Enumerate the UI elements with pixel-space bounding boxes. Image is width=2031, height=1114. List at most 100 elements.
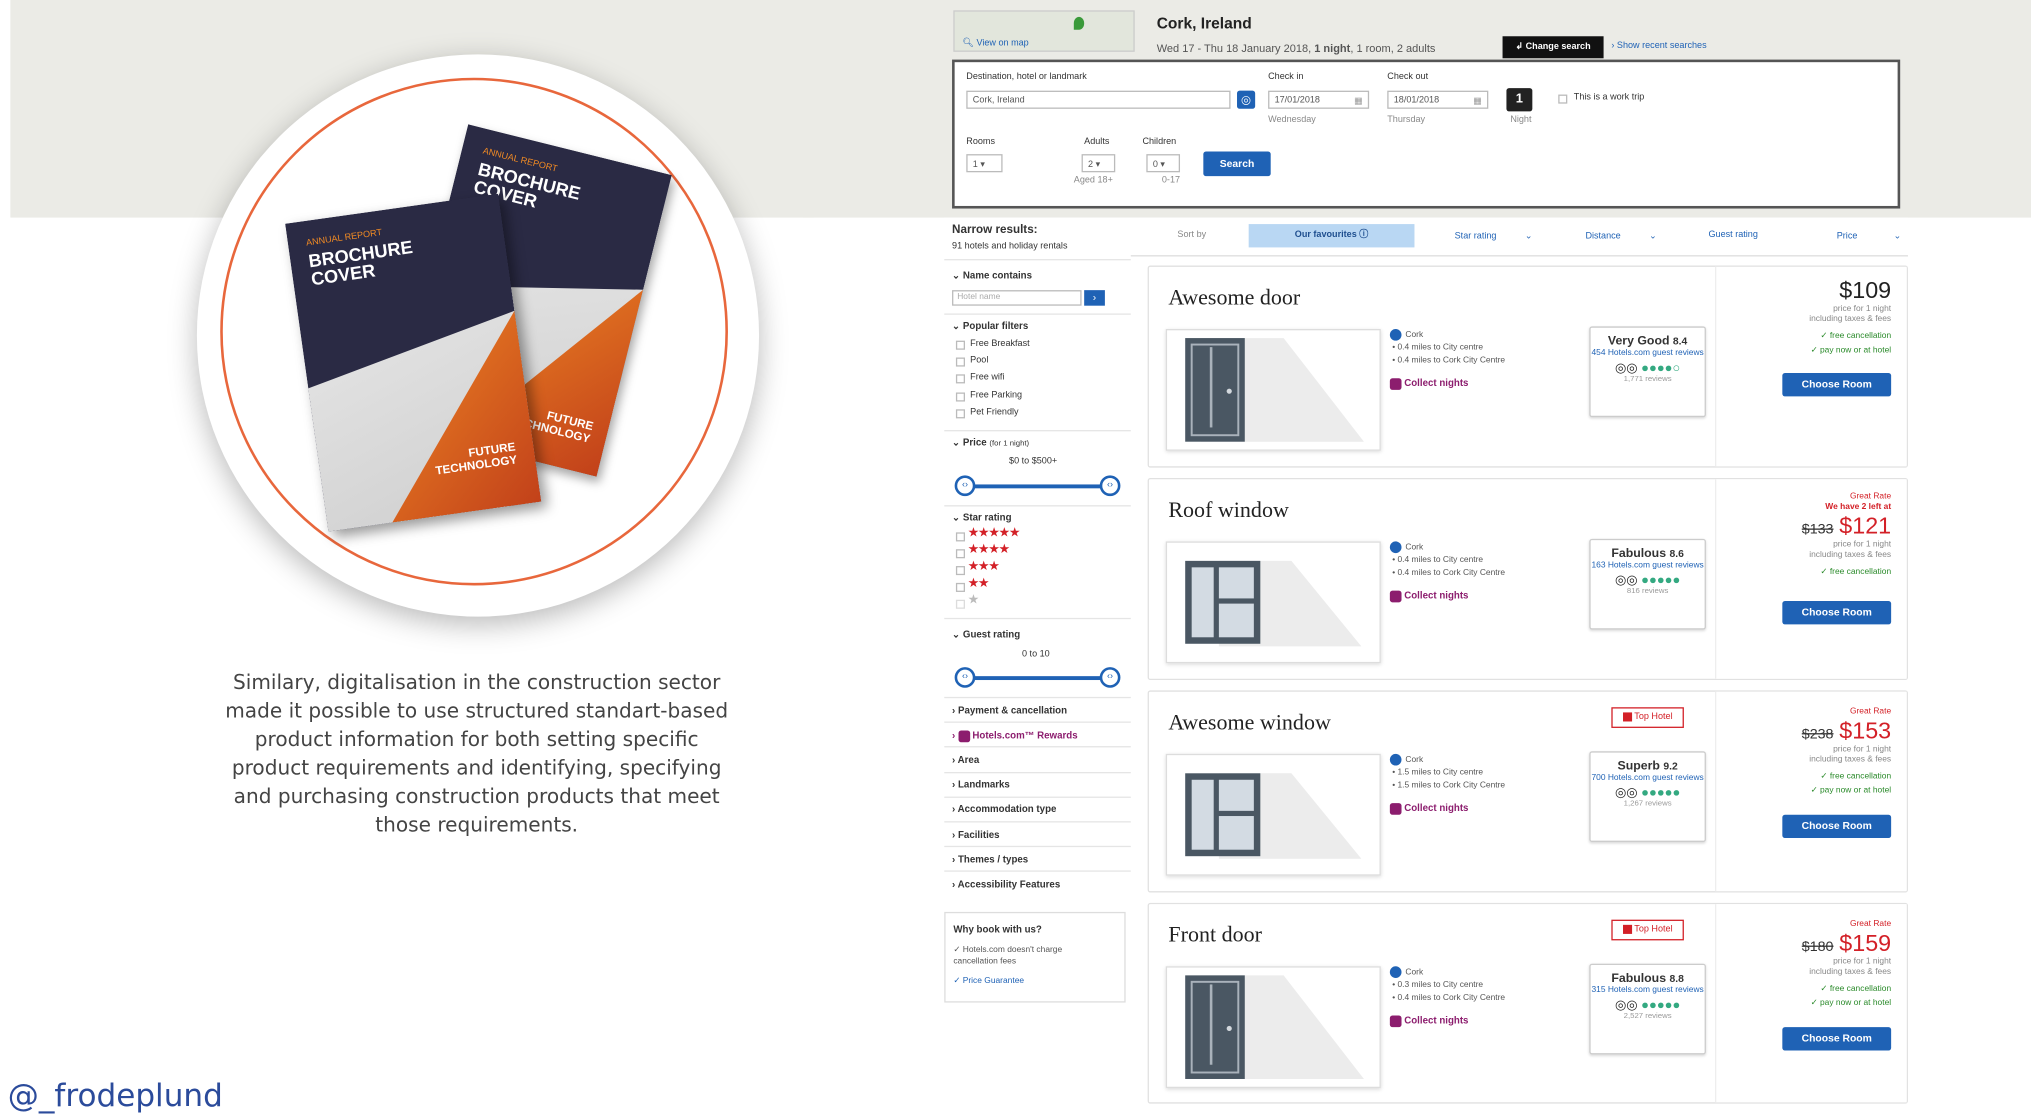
filter-checkbox[interactable]	[955, 374, 965, 384]
reviews-link[interactable]: 700 Hotels.com guest reviews	[1591, 773, 1705, 783]
work-trip-checkbox[interactable]	[1558, 94, 1568, 104]
star-checkbox[interactable]	[955, 566, 965, 576]
children-select[interactable]: 0 ▾	[1146, 154, 1181, 173]
checkin-input[interactable]: 17/01/2018 ▦	[1268, 90, 1370, 109]
listing-card[interactable]: Roof window Cork • 0.4 miles to City cen…	[1147, 477, 1908, 681]
landmarks-section[interactable]: › Landmarks	[952, 778, 1010, 790]
choose-room-button[interactable]: Choose Room	[1782, 814, 1892, 839]
price-guarantee-link[interactable]: ✓ Price Guarantee	[953, 975, 1024, 986]
chevron-down-icon: ⌄	[952, 436, 961, 449]
star-rating-toggle[interactable]: ⌄ Star rating	[952, 512, 1011, 524]
star-checkbox[interactable]	[955, 582, 965, 592]
choose-room-button[interactable]: Choose Room	[1782, 373, 1892, 397]
price-slider-max-handle[interactable]: ‹›	[1099, 475, 1121, 497]
price-slider-min-handle[interactable]: ‹›	[954, 475, 976, 497]
choose-room-button[interactable]: Choose Room	[1782, 1027, 1892, 1051]
price-note-1: price for 1 night	[1833, 744, 1892, 754]
rating-box[interactable]: Superb 9.2 700 Hotels.com guest reviews …	[1589, 751, 1706, 842]
filter-checkbox[interactable]	[955, 409, 965, 419]
guest-slider-max-handle[interactable]: ‹›	[1099, 667, 1121, 688]
reviews-link[interactable]: 315 Hotels.com guest reviews	[1591, 986, 1705, 996]
hotel-name-go-button[interactable]: ›	[1084, 290, 1105, 306]
themes-section[interactable]: › Themes / types	[952, 854, 1028, 866]
rating-box[interactable]: Fabulous 8.8 315 Hotels.com guest review…	[1589, 963, 1706, 1055]
collect-nights[interactable]: Collect nights	[1389, 589, 1468, 602]
map-thumbnail[interactable]: 🔍︎ View on map	[953, 10, 1135, 52]
show-recent-searches-link[interactable]: › Show recent searches	[1611, 41, 1706, 50]
search-button[interactable]: Search	[1203, 151, 1271, 177]
filter-checkbox[interactable]	[955, 340, 965, 350]
star-checkbox[interactable]	[955, 599, 965, 609]
listing-title[interactable]: Front door	[1168, 922, 1262, 948]
listing-image[interactable]	[1165, 329, 1381, 451]
listing-card[interactable]: Front door Top Hotel Cork • 0.3 miles to…	[1147, 902, 1908, 1104]
sort-price[interactable]: Price ⌄	[1837, 231, 1901, 241]
sort-our-favourites[interactable]: Our favourites ⓘ	[1248, 224, 1415, 248]
rooms-select[interactable]: 1 ▾	[966, 154, 1003, 173]
listing-title[interactable]: Roof window	[1168, 497, 1289, 523]
listing-image[interactable]	[1165, 541, 1381, 664]
locate-icon[interactable]: ◎	[1237, 90, 1256, 109]
listing-title[interactable]: Awesome door	[1168, 285, 1300, 311]
narrow-results-heading: Narrow results:	[952, 222, 1038, 236]
author-handle[interactable]: @_frodeplund	[8, 1078, 223, 1114]
listing-image[interactable]	[1165, 753, 1381, 876]
payment-section[interactable]: › Payment & cancellation	[952, 705, 1067, 717]
choose-room-button[interactable]: Choose Room	[1782, 601, 1892, 625]
collect-nights[interactable]: Collect nights	[1389, 802, 1468, 815]
listing-title[interactable]: Awesome window	[1168, 710, 1330, 736]
filter-checkbox[interactable]	[955, 392, 965, 402]
sort-guest-rating[interactable]: Guest rating	[1709, 231, 1758, 240]
star-checkbox[interactable]	[955, 549, 965, 559]
accessibility-section[interactable]: › Accessibility Features	[952, 878, 1060, 890]
distance-2: 0.4 miles to Cork City Centre	[1397, 568, 1506, 578]
tripadvisor-rating: ◎◎ ●●●●●	[1591, 786, 1705, 800]
rewards-icon	[1389, 802, 1402, 815]
adults-label: Adults	[1084, 137, 1110, 147]
sort-star-rating[interactable]: Star rating ⌄	[1455, 231, 1533, 241]
price-block: $109 price for 1 night including taxes &…	[1809, 277, 1891, 357]
city-title: Cork, Ireland	[1156, 14, 1252, 33]
adults-select[interactable]: 2 ▾	[1081, 154, 1116, 173]
listing-city: Cork	[1405, 967, 1424, 977]
distance-2: 0.4 miles to Cork City Centre	[1397, 993, 1506, 1003]
chevron-down-icon: ⌄	[1649, 231, 1657, 241]
listing-card[interactable]: Awesome window Top Hotel Cork • 1.5 mile…	[1147, 690, 1908, 893]
price-value: $109	[1839, 277, 1892, 304]
hotel-name-input[interactable]: Hotel name	[952, 290, 1082, 306]
price-toggle[interactable]: ⌄ Price (for 1 night)	[952, 437, 1029, 449]
search-panel: Destination, hotel or landmark Cork, Ire…	[952, 59, 1901, 209]
filter-checkbox[interactable]	[955, 357, 965, 367]
guest-rating-toggle[interactable]: ⌄ Guest rating	[952, 628, 1020, 640]
sort-distance[interactable]: Distance ⌄	[1585, 231, 1656, 241]
popular-filters-toggle[interactable]: ⌄ Popular filters	[952, 320, 1028, 332]
name-contains-toggle[interactable]: ⌄ Name contains	[952, 269, 1032, 281]
facilities-section[interactable]: › Facilities	[952, 829, 1000, 841]
price-note-1: price for 1 night	[1833, 304, 1892, 314]
change-search-button[interactable]: ↲ Change search	[1502, 36, 1604, 59]
brochure-front: ANNUAL REPORT BROCHURE COVER FUTURE TECH…	[285, 193, 542, 532]
rating-box[interactable]: Fabulous 8.6 163 Hotels.com guest review…	[1589, 538, 1706, 630]
badge-icon	[1622, 924, 1632, 934]
reviews-link[interactable]: 454 Hotels.com guest reviews	[1591, 348, 1705, 358]
collect-nights[interactable]: Collect nights	[1389, 377, 1468, 390]
star-checkbox[interactable]	[955, 532, 965, 542]
collect-label: Collect nights	[1404, 1014, 1469, 1026]
guest-slider-track[interactable]	[964, 676, 1111, 681]
destination-input[interactable]: Cork, Ireland	[966, 90, 1231, 109]
checkout-input[interactable]: 18/01/2018 ▦	[1387, 90, 1489, 109]
accommodation-section[interactable]: › Accommodation type	[952, 803, 1056, 815]
rating-box[interactable]: Very Good 8.4 454 Hotels.com guest revie…	[1589, 326, 1706, 418]
summary-rest: , 1 room, 2 adults	[1350, 41, 1436, 55]
rewards-section[interactable]: › Hotels.com™ Rewards	[952, 729, 1078, 742]
reviews-link[interactable]: 163 Hotels.com guest reviews	[1591, 561, 1705, 571]
listing-image[interactable]	[1165, 966, 1381, 1089]
listing-card[interactable]: Awesome door Cork • 0.4 miles to City ce…	[1147, 265, 1908, 468]
landmarks-label: Landmarks	[957, 778, 1010, 791]
collect-nights[interactable]: Collect nights	[1389, 1014, 1469, 1027]
guest-slider-min-handle[interactable]: ‹›	[954, 667, 976, 688]
view-on-map-link[interactable]: View on map	[976, 39, 1028, 48]
price-slider-track[interactable]	[964, 484, 1111, 489]
rating-word: Fabulous	[1611, 546, 1667, 561]
area-section[interactable]: › Area	[952, 754, 979, 766]
